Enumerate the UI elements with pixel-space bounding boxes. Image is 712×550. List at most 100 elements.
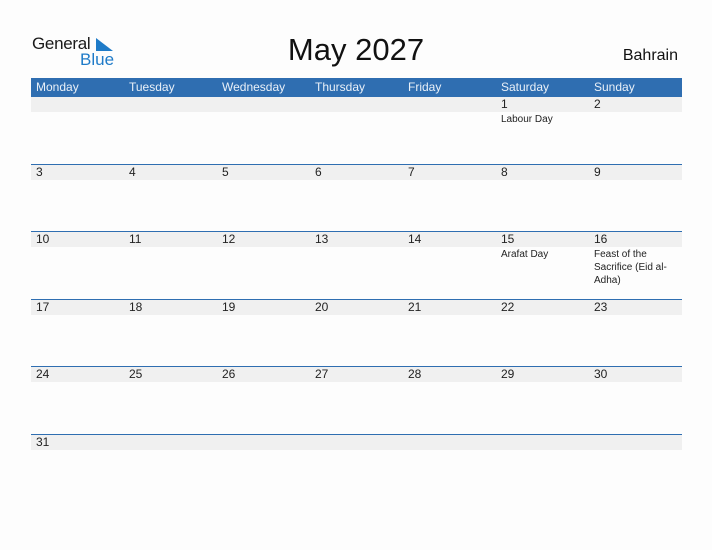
- day-cell: 1 Labour Day: [496, 97, 589, 126]
- day-cell: [403, 97, 496, 126]
- day-cell: 5: [217, 165, 310, 180]
- day-number: 5: [222, 164, 229, 179]
- day-cell: 31: [31, 435, 124, 450]
- day-number: 8: [501, 164, 508, 179]
- weekday-friday: Friday: [408, 80, 442, 94]
- day-cell: 6: [310, 165, 403, 180]
- day-cell: 8: [496, 165, 589, 180]
- weekday-saturday: Saturday: [501, 80, 550, 94]
- day-cell: 13: [310, 232, 403, 287]
- day-number: 3: [36, 164, 43, 179]
- day-cell: 7: [403, 165, 496, 180]
- week-row: 1 Labour Day 2: [31, 97, 682, 164]
- day-cell: 22: [496, 300, 589, 315]
- day-number: [315, 97, 403, 112]
- week-row: 10 11 12 13 14 15 Arafat Day 16 Feast of the Sac…: [31, 231, 682, 299]
- day-cell: 19: [217, 300, 310, 315]
- day-number: 29: [501, 367, 515, 381]
- day-cell: [31, 97, 124, 126]
- day-number: 25: [129, 367, 143, 381]
- day-number: [501, 435, 589, 450]
- day-number: [408, 435, 496, 450]
- day-cell: 24: [31, 367, 124, 382]
- day-cell: 26: [217, 367, 310, 382]
- day-number: 22: [501, 299, 515, 314]
- weekday-thursday: Thursday: [315, 80, 366, 94]
- day-number: 15: [501, 232, 515, 246]
- week-row: 17 18 19 20 21 22 23: [31, 298, 682, 367]
- day-cell: 20: [310, 300, 403, 315]
- weekday-sunday: Sunday: [594, 80, 635, 94]
- day-cell: 11: [124, 232, 217, 287]
- day-number: 23: [594, 299, 608, 314]
- day-number: [594, 435, 682, 450]
- day-number: 31: [36, 434, 50, 449]
- day-cell: 12: [217, 232, 310, 287]
- day-number: 14: [408, 232, 422, 246]
- day-cell: 2: [589, 97, 682, 126]
- weekday-monday: Monday: [36, 80, 79, 94]
- day-cell: 23: [589, 300, 682, 315]
- day-number: [129, 97, 217, 112]
- day-number: [315, 435, 403, 450]
- day-cell: 25: [124, 367, 217, 382]
- day-cell: 21: [403, 300, 496, 315]
- weeks-container: 1 Labour Day 2 3 4 5 6 7 8 9 10 11 12 13 14 15 Arafat Da…: [31, 97, 682, 450]
- weekday-header: Monday Tuesday Wednesday Thursday Friday…: [31, 78, 682, 97]
- week-row: 31: [31, 433, 682, 450]
- day-number: [129, 435, 217, 450]
- day-number: 27: [315, 367, 329, 381]
- day-number: 9: [594, 164, 601, 179]
- calendar-title: May 2027: [287, 32, 425, 67]
- week-row: 24 25 26 27 28 29 30: [31, 366, 682, 434]
- day-number: 10: [36, 232, 50, 246]
- day-cell: 4: [124, 165, 217, 180]
- day-cell: 17: [31, 300, 124, 315]
- day-cell: [310, 97, 403, 126]
- week-row: 3 4 5 6 7 8 9: [31, 163, 682, 232]
- day-cell: 14: [403, 232, 496, 287]
- day-number: 19: [222, 299, 236, 314]
- day-cell: 16 Feast of the Sacrifice (Eid al-Adha): [589, 232, 682, 287]
- holiday-label: Arafat Day: [501, 249, 549, 260]
- day-number: 20: [315, 299, 329, 314]
- day-number: 1: [501, 97, 508, 111]
- weekday-tuesday: Tuesday: [129, 80, 175, 94]
- calendar-grid: Monday Tuesday Wednesday Thursday Friday…: [31, 78, 682, 450]
- weekday-wednesday: Wednesday: [222, 80, 286, 94]
- day-cell: [217, 435, 310, 450]
- day-number: 13: [315, 232, 329, 246]
- day-number: 12: [222, 232, 236, 246]
- day-number: 30: [594, 367, 608, 381]
- day-cell: [310, 435, 403, 450]
- day-number: 11: [129, 232, 142, 246]
- day-cell: 18: [124, 300, 217, 315]
- day-cell: 30: [589, 367, 682, 382]
- day-cell: 27: [310, 367, 403, 382]
- day-number: 26: [222, 367, 236, 381]
- day-cell: [217, 97, 310, 126]
- day-cell: 9: [589, 165, 682, 180]
- day-number: 17: [36, 299, 50, 314]
- day-cell: [496, 435, 589, 450]
- day-number: 7: [408, 164, 415, 179]
- day-cell: 29: [496, 367, 589, 382]
- day-number: 21: [408, 299, 422, 314]
- day-number: 18: [129, 299, 143, 314]
- day-cell: 28: [403, 367, 496, 382]
- day-number: [222, 435, 310, 450]
- day-cell: [589, 435, 682, 450]
- day-number: [222, 97, 310, 112]
- day-cell: [403, 435, 496, 450]
- day-number: 24: [36, 367, 50, 381]
- day-number: 6: [315, 164, 322, 179]
- country-label: Bahrain: [622, 47, 678, 64]
- day-cell: [124, 97, 217, 126]
- day-number: [36, 97, 124, 112]
- day-number: 16: [594, 232, 608, 246]
- day-cell: [124, 435, 217, 450]
- day-cell: 3: [31, 165, 124, 180]
- day-cell: 10: [31, 232, 124, 287]
- day-number: 28: [408, 367, 422, 381]
- day-cell: 15 Arafat Day: [496, 232, 589, 287]
